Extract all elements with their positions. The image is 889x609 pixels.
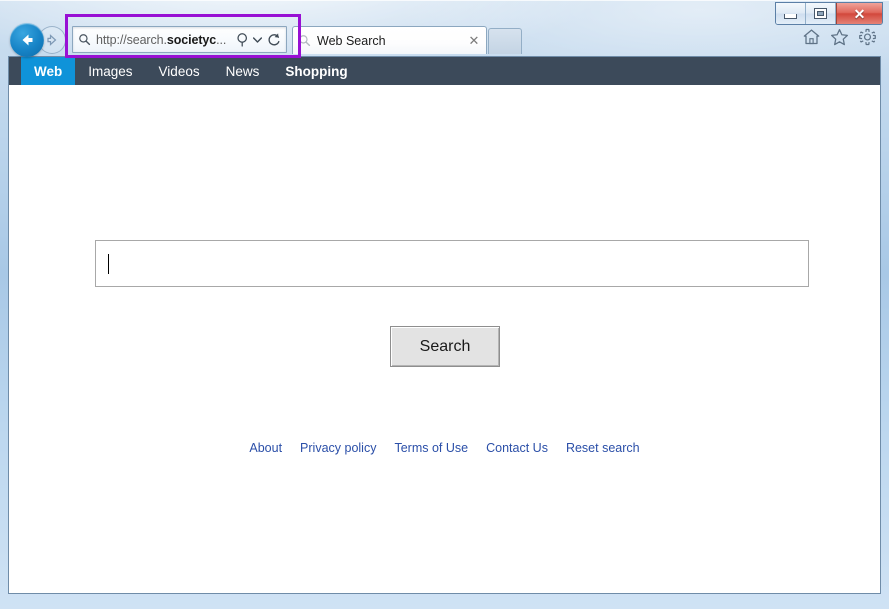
footer-link-about[interactable]: About bbox=[249, 441, 282, 455]
navigation-buttons bbox=[10, 23, 66, 57]
home-icon[interactable] bbox=[802, 28, 821, 51]
nav-item-videos[interactable]: Videos bbox=[146, 57, 213, 85]
nav-item-shopping[interactable]: Shopping bbox=[272, 57, 360, 85]
forward-arrow-icon bbox=[47, 34, 57, 46]
browser-toolbar-icons bbox=[802, 28, 877, 51]
address-search-button[interactable] bbox=[236, 32, 251, 48]
address-url-text: http://search.societyc... bbox=[96, 32, 227, 47]
window-frame-highlight bbox=[0, 0, 889, 1]
minimize-button[interactable] bbox=[776, 3, 806, 24]
nav-left-spacer bbox=[9, 57, 21, 85]
window-controls: ✕ bbox=[775, 2, 883, 25]
nav-item-news[interactable]: News bbox=[213, 57, 273, 85]
settings-gear-icon[interactable] bbox=[858, 28, 877, 51]
search-input[interactable] bbox=[95, 240, 809, 287]
back-arrow-icon bbox=[22, 34, 33, 46]
tab-web-search[interactable]: Web Search ✕ bbox=[292, 26, 487, 54]
close-button[interactable]: ✕ bbox=[836, 3, 882, 24]
favorites-star-icon[interactable] bbox=[830, 28, 849, 51]
restore-button[interactable] bbox=[806, 3, 836, 24]
tab-favicon-search-icon bbox=[298, 34, 311, 47]
address-bar[interactable]: http://search.societyc... bbox=[72, 26, 287, 53]
search-button[interactable]: Search bbox=[390, 326, 500, 367]
tab-title: Web Search bbox=[317, 33, 386, 48]
restore-icon bbox=[814, 8, 827, 19]
minimize-icon bbox=[784, 14, 797, 19]
search-page-body: Search About Privacy policy Terms of Use Co… bbox=[9, 85, 880, 593]
back-button[interactable] bbox=[10, 23, 44, 57]
text-cursor bbox=[108, 254, 109, 274]
address-dropdown-button[interactable] bbox=[251, 36, 264, 43]
new-tab-button[interactable] bbox=[488, 28, 522, 54]
footer-link-terms-of-use[interactable]: Terms of Use bbox=[394, 441, 468, 455]
browser-window: ✕ http://search.societyc... Web Search ✕… bbox=[0, 0, 889, 609]
nav-item-images[interactable]: Images bbox=[75, 57, 145, 85]
address-refresh-button[interactable] bbox=[264, 32, 283, 47]
tab-close-icon[interactable]: ✕ bbox=[466, 33, 482, 49]
site-navigation-bar: Web Images Videos News Shopping bbox=[9, 57, 880, 85]
footer-link-contact-us[interactable]: Contact Us bbox=[486, 441, 548, 455]
tab-strip: Web Search ✕ bbox=[292, 26, 522, 54]
close-icon: ✕ bbox=[853, 5, 866, 22]
address-search-icon bbox=[78, 33, 91, 46]
footer-link-reset-search[interactable]: Reset search bbox=[566, 441, 640, 455]
browser-content-area: Web Images Videos News Shopping Search A… bbox=[8, 56, 881, 594]
nav-item-web[interactable]: Web bbox=[21, 57, 76, 85]
footer-links: About Privacy policy Terms of Use Contact U… bbox=[9, 441, 880, 455]
footer-link-privacy-policy[interactable]: Privacy policy bbox=[300, 441, 376, 455]
